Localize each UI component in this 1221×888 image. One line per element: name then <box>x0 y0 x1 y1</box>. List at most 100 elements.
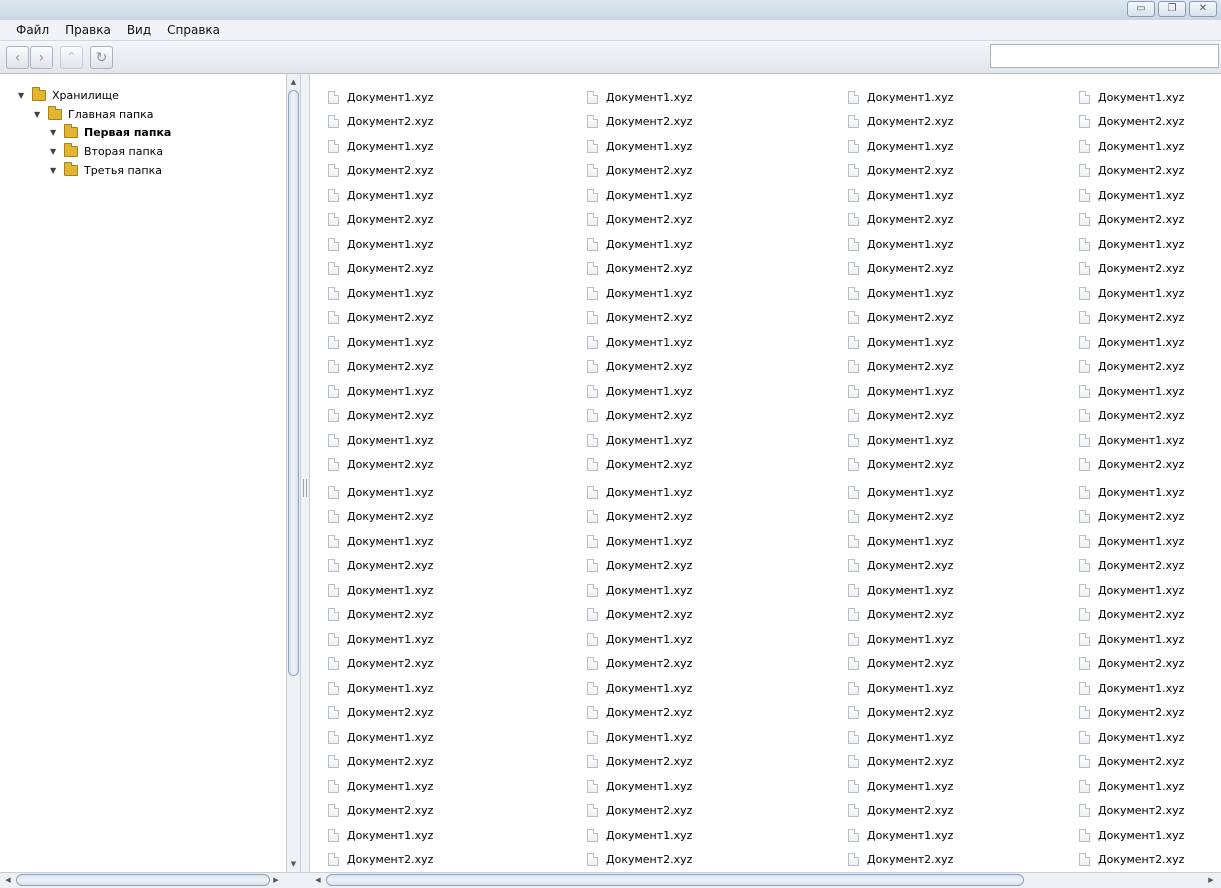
file-item[interactable]: Документ1.xyz <box>1079 383 1184 399</box>
files-horizontal-scrollbar[interactable]: ◀ ▶ <box>310 872 1221 888</box>
scroll-thumb[interactable] <box>16 874 270 886</box>
file-item[interactable]: Документ2.xyz <box>587 456 692 472</box>
forward-button[interactable]: › <box>30 46 53 69</box>
file-item[interactable]: Документ2.xyz <box>1079 456 1184 472</box>
menu-help[interactable]: Справка <box>159 20 228 41</box>
file-item[interactable]: Документ2.xyz <box>1079 606 1184 622</box>
file-item[interactable]: Документ1.xyz <box>587 582 692 598</box>
file-item[interactable]: Документ2.xyz <box>848 211 953 227</box>
file-item[interactable]: Документ2.xyz <box>328 753 433 769</box>
scroll-thumb[interactable] <box>326 874 1024 886</box>
file-item[interactable]: Документ1.xyz <box>328 334 433 350</box>
scroll-right-icon[interactable]: ▶ <box>1205 875 1217 886</box>
tree-node[interactable]: ▼ Главная папка <box>34 105 154 123</box>
file-item[interactable]: Документ1.xyz <box>1079 334 1184 350</box>
file-item[interactable]: Документ2.xyz <box>1079 655 1184 671</box>
file-item[interactable]: Документ2.xyz <box>328 456 433 472</box>
close-button[interactable]: ✕ <box>1189 1 1217 17</box>
expand-arrow-icon[interactable]: ▼ <box>18 91 28 100</box>
menu-edit[interactable]: Правка <box>57 20 119 41</box>
file-item[interactable]: Документ2.xyz <box>1079 260 1184 276</box>
file-item[interactable]: Документ2.xyz <box>1079 162 1184 178</box>
file-item[interactable]: Документ2.xyz <box>1079 508 1184 524</box>
file-item[interactable]: Документ1.xyz <box>1079 778 1184 794</box>
file-item[interactable]: Документ1.xyz <box>1079 729 1184 745</box>
file-item[interactable]: Документ2.xyz <box>587 508 692 524</box>
back-button[interactable]: ‹ <box>6 46 29 69</box>
file-item[interactable]: Документ1.xyz <box>848 236 953 252</box>
file-item[interactable]: Документ2.xyz <box>848 753 953 769</box>
file-item[interactable]: Документ2.xyz <box>587 851 692 867</box>
scroll-right-icon[interactable]: ▶ <box>270 875 282 886</box>
file-item[interactable]: Документ2.xyz <box>587 407 692 423</box>
file-item[interactable]: Документ1.xyz <box>328 729 433 745</box>
expand-arrow-icon[interactable]: ▼ <box>50 147 60 156</box>
file-item[interactable]: Документ1.xyz <box>1079 432 1184 448</box>
file-item[interactable]: Документ1.xyz <box>328 484 433 500</box>
file-item[interactable]: Документ2.xyz <box>848 407 953 423</box>
file-item[interactable]: Документ2.xyz <box>848 358 953 374</box>
file-item[interactable]: Документ1.xyz <box>328 432 433 448</box>
expand-arrow-icon[interactable]: ▼ <box>34 110 44 119</box>
file-item[interactable]: Документ2.xyz <box>1079 802 1184 818</box>
file-item[interactable]: Документ1.xyz <box>848 138 953 154</box>
file-item[interactable]: Документ2.xyz <box>328 358 433 374</box>
file-item[interactable]: Документ2.xyz <box>1079 407 1184 423</box>
file-item[interactable]: Документ2.xyz <box>848 655 953 671</box>
file-item[interactable]: Документ1.xyz <box>1079 236 1184 252</box>
scroll-thumb[interactable] <box>288 90 299 676</box>
scroll-left-icon[interactable]: ◀ <box>312 875 324 886</box>
file-item[interactable]: Документ1.xyz <box>328 138 433 154</box>
file-item[interactable]: Документ1.xyz <box>848 383 953 399</box>
expand-arrow-icon[interactable]: ▼ <box>50 166 60 175</box>
file-item[interactable]: Документ1.xyz <box>1079 138 1184 154</box>
file-item[interactable]: Документ1.xyz <box>587 334 692 350</box>
file-item[interactable]: Документ2.xyz <box>328 113 433 129</box>
file-item[interactable]: Документ2.xyz <box>328 162 433 178</box>
file-item[interactable]: Документ2.xyz <box>328 260 433 276</box>
file-item[interactable]: Документ1.xyz <box>328 187 433 203</box>
file-item[interactable]: Документ1.xyz <box>587 729 692 745</box>
file-item[interactable]: Документ1.xyz <box>328 89 433 105</box>
file-item[interactable]: Документ2.xyz <box>587 113 692 129</box>
file-item[interactable]: Документ1.xyz <box>328 533 433 549</box>
file-item[interactable]: Документ1.xyz <box>328 383 433 399</box>
file-item[interactable]: Документ2.xyz <box>587 358 692 374</box>
restore-button[interactable]: ❐ <box>1158 1 1186 17</box>
file-item[interactable]: Документ1.xyz <box>848 533 953 549</box>
file-item[interactable]: Документ1.xyz <box>587 383 692 399</box>
tree-node[interactable]: ▼ Первая папка <box>50 123 171 141</box>
file-item[interactable]: Документ1.xyz <box>587 680 692 696</box>
file-item[interactable]: Документ2.xyz <box>848 456 953 472</box>
file-item[interactable]: Документ1.xyz <box>848 334 953 350</box>
file-item[interactable]: Документ1.xyz <box>587 285 692 301</box>
file-item[interactable]: Документ2.xyz <box>848 851 953 867</box>
file-item[interactable]: Документ2.xyz <box>848 113 953 129</box>
file-item[interactable]: Документ2.xyz <box>587 655 692 671</box>
file-item[interactable]: Документ2.xyz <box>587 802 692 818</box>
file-item[interactable]: Документ2.xyz <box>848 557 953 573</box>
refresh-button[interactable]: ↻ <box>90 46 113 69</box>
file-item[interactable]: Документ2.xyz <box>328 704 433 720</box>
file-item[interactable]: Документ2.xyz <box>587 309 692 325</box>
tree-node[interactable]: ▼ Вторая папка <box>50 142 163 160</box>
file-item[interactable]: Документ2.xyz <box>848 508 953 524</box>
file-item[interactable]: Документ2.xyz <box>328 606 433 622</box>
scroll-down-icon[interactable]: ▼ <box>288 858 299 870</box>
file-item[interactable]: Документ2.xyz <box>587 704 692 720</box>
file-item[interactable]: Документ2.xyz <box>1079 358 1184 374</box>
tree-vertical-scrollbar[interactable]: ▲ ▼ <box>286 74 300 872</box>
scroll-up-icon[interactable]: ▲ <box>288 76 299 88</box>
file-item[interactable]: Документ1.xyz <box>328 582 433 598</box>
file-item[interactable]: Документ1.xyz <box>328 778 433 794</box>
file-item[interactable]: Документ1.xyz <box>587 187 692 203</box>
file-item[interactable]: Документ1.xyz <box>1079 827 1184 843</box>
scroll-left-icon[interactable]: ◀ <box>2 875 14 886</box>
file-item[interactable]: Документ2.xyz <box>587 162 692 178</box>
file-item[interactable]: Документ2.xyz <box>328 407 433 423</box>
file-item[interactable]: Документ1.xyz <box>1079 631 1184 647</box>
file-item[interactable]: Документ1.xyz <box>587 533 692 549</box>
file-item[interactable]: Документ2.xyz <box>328 802 433 818</box>
file-item[interactable]: Документ2.xyz <box>848 704 953 720</box>
menu-view[interactable]: Вид <box>119 20 159 41</box>
